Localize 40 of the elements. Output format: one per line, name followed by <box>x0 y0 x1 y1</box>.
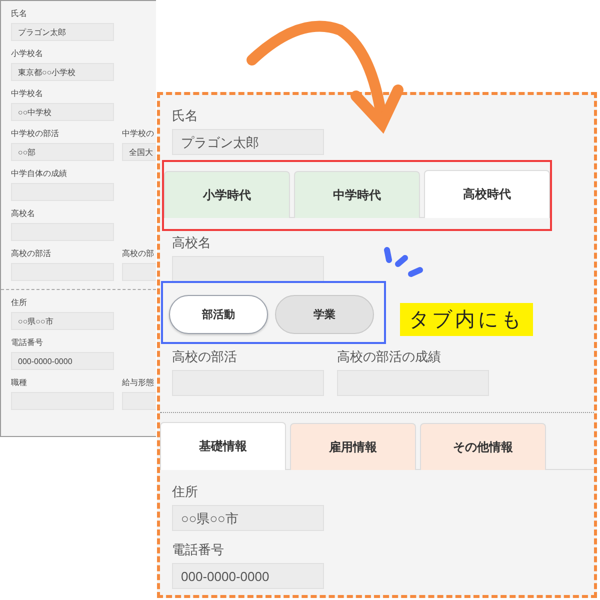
field-label: 中学自体の成績 <box>11 169 68 179</box>
tab[interactable]: その他情報 <box>420 423 546 470</box>
field-label: 氏名 <box>172 107 199 124</box>
tab[interactable]: 雇用情報 <box>290 423 416 470</box>
field-label: 高校の部 <box>122 249 155 259</box>
tab[interactable]: 基礎情報 <box>160 422 286 470</box>
input-field[interactable]: ○○県○○市 <box>172 505 324 531</box>
input-field[interactable]: 東京都○○小学校 <box>11 63 114 81</box>
input-field[interactable]: 000-0000-0000 <box>172 563 324 589</box>
field-label: 高校の部活 <box>11 249 52 259</box>
field-label: 高校の部活の成績 <box>337 348 442 365</box>
field-label: 高校の部活 <box>172 348 238 365</box>
input-field[interactable]: ○○部 <box>11 143 114 161</box>
pill-tab[interactable]: 学業 <box>275 295 374 334</box>
field-label: 住所 <box>172 483 199 500</box>
field-label: 住所 <box>11 298 28 308</box>
tab[interactable]: 高校時代 <box>424 170 550 218</box>
callout-note: タブ内にも <box>400 303 533 336</box>
field-label: 中学校の部活 <box>11 129 60 139</box>
field-label: 電話番号 <box>172 541 225 558</box>
tab[interactable]: 小学時代 <box>164 171 290 218</box>
field-label: 中学校の <box>122 129 155 139</box>
sparkle-drawing <box>384 247 423 277</box>
field-label: 電話番号 <box>11 338 44 348</box>
field-label: 高校名 <box>172 234 212 251</box>
field-label: 中学校名 <box>11 89 44 99</box>
input-field[interactable]: 000-0000-0000 <box>11 352 114 370</box>
input-field[interactable]: 全国大 <box>122 143 156 161</box>
pill-tab[interactable]: 部活動 <box>169 295 268 334</box>
input-field[interactable]: ○○県○○市 <box>11 312 114 330</box>
field-label: 氏名 <box>11 9 28 19</box>
field-label: 職種 <box>11 378 28 388</box>
field-label: 小学校名 <box>11 49 44 59</box>
input-field[interactable] <box>172 256 324 282</box>
input-field[interactable]: ○○中学校 <box>11 103 114 121</box>
input-field[interactable]: プラゴン太郎 <box>11 23 114 41</box>
field-label: 高校名 <box>11 209 36 219</box>
field-label: 給与形態 <box>122 378 155 388</box>
tab[interactable]: 中学時代 <box>294 171 420 218</box>
input-field[interactable]: プラゴン太郎 <box>172 129 324 155</box>
